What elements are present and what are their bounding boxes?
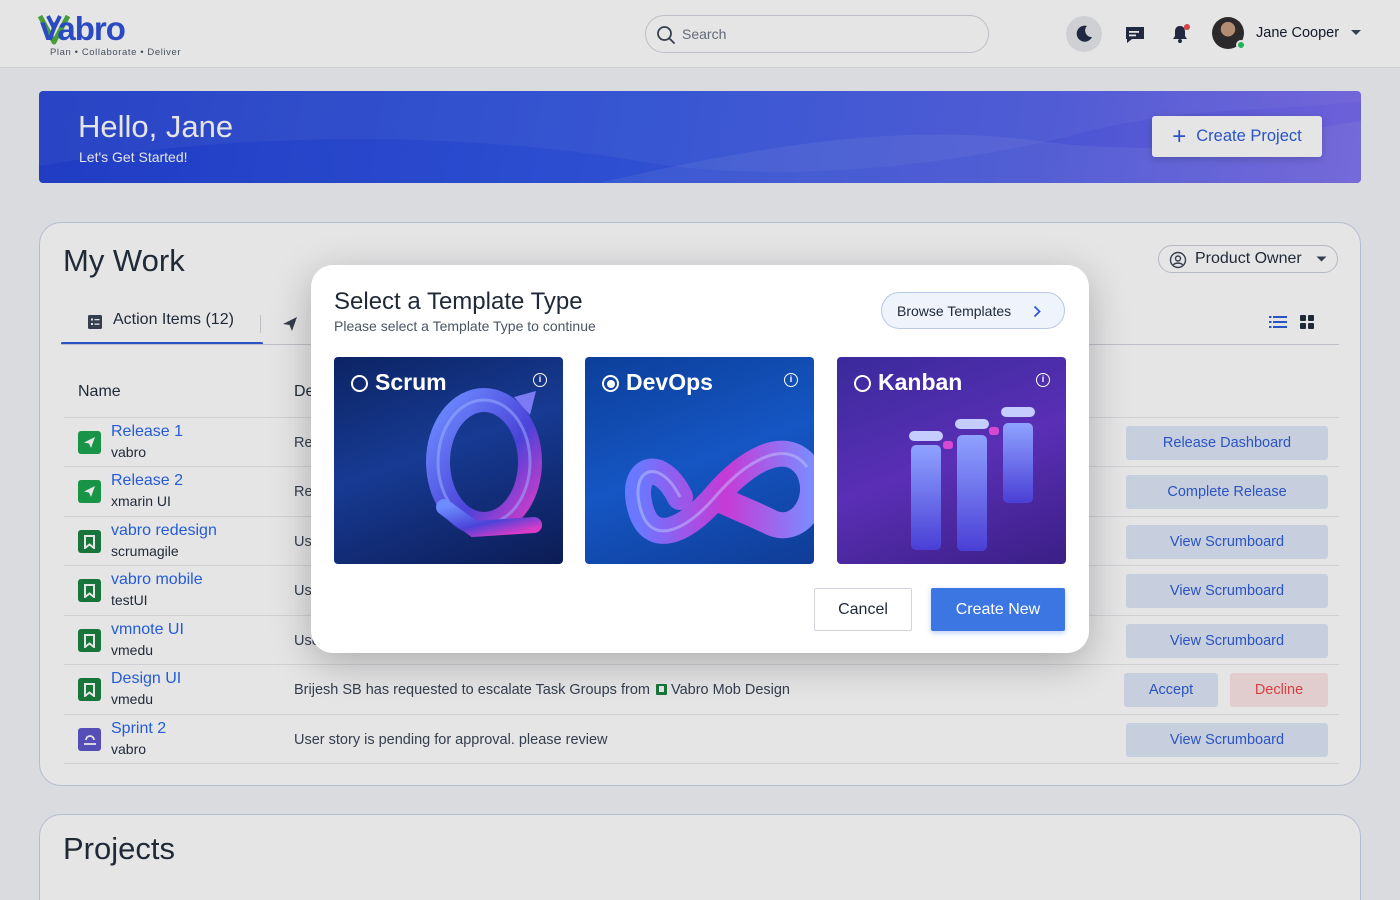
template-radio[interactable] [351,375,368,392]
template-name: Kanban [878,369,963,395]
template-card-devops[interactable]: DevOps i [585,357,814,564]
info-icon[interactable]: i [1036,373,1050,387]
info-icon[interactable]: i [784,373,798,387]
dialog-subtitle: Please select a Template Type to continu… [334,318,596,334]
info-icon[interactable]: i [533,373,547,387]
template-radio[interactable] [602,375,619,392]
template-name: DevOps [626,369,713,395]
chevron-right-icon [1033,305,1041,318]
template-card-kanban[interactable]: Kanban i [837,357,1066,564]
template-radio[interactable] [854,375,871,392]
template-card-scrum[interactable]: Scrum i [334,357,563,564]
browse-templates-label: Browse Templates [897,303,1012,319]
dialog-title: Select a Template Type [334,288,583,315]
template-type-dialog: Select a Template Type Please select a T… [311,265,1089,653]
browse-templates-button[interactable]: Browse Templates [881,292,1065,329]
cancel-button[interactable]: Cancel [814,588,912,631]
create-new-button[interactable]: Create New [931,588,1065,631]
template-name: Scrum [375,369,447,395]
scrum-cycle-illustration [426,388,542,538]
